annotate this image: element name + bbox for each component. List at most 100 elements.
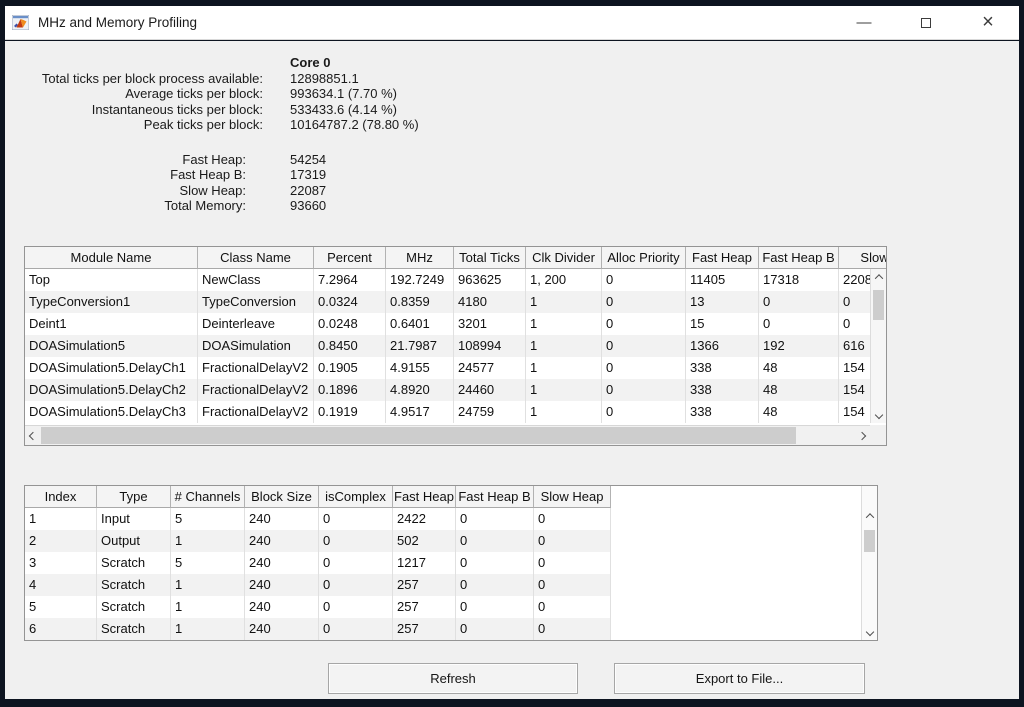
matlab-icon [12, 15, 29, 30]
table-cell: 1 [171, 596, 245, 618]
table-row[interactable]: 2Output1240050200 [25, 530, 611, 552]
table-row[interactable]: Deint1Deinterleave0.02480.64013201101500 [25, 313, 870, 335]
table-cell: 5 [171, 508, 245, 530]
table-cell: 0 [319, 508, 393, 530]
buffer-table-vertical-scrollbar[interactable] [861, 486, 877, 640]
column-header[interactable]: Index [25, 486, 97, 508]
table-cell: 0 [534, 618, 611, 640]
scroll-right-arrow-icon[interactable] [854, 426, 870, 445]
column-header[interactable]: Module Name [25, 247, 198, 269]
table-cell: 1, 200 [526, 269, 602, 291]
stat-label: Total ticks per block process available: [24, 71, 263, 87]
table-row[interactable]: DOASimulation5DOASimulation0.845021.7987… [25, 335, 870, 357]
scrollbar-corner [870, 425, 886, 445]
table-cell: 502 [393, 530, 456, 552]
column-header[interactable]: Fast Heap [393, 486, 456, 508]
vertical-scroll-thumb[interactable] [864, 530, 875, 552]
table-row[interactable]: 6Scratch1240025700 [25, 618, 611, 640]
column-header[interactable]: Percent [314, 247, 386, 269]
column-header[interactable]: # Channels [171, 486, 245, 508]
table-row[interactable]: DOASimulation5.DelayCh1FractionalDelayV2… [25, 357, 870, 379]
scroll-left-arrow-icon[interactable] [25, 426, 41, 445]
stat-row: Peak ticks per block:10164787.2 (78.80 %… [24, 117, 624, 133]
table-cell: 0.8359 [386, 291, 454, 313]
horizontal-scroll-thumb[interactable] [41, 427, 796, 444]
table-cell: 0.1896 [314, 379, 386, 401]
ticks-stats: Total ticks per block process available:… [24, 71, 624, 133]
table-cell: 3201 [454, 313, 526, 335]
stat-value: 54254 [290, 152, 624, 168]
table-cell: 0 [534, 508, 611, 530]
table-row[interactable]: 5Scratch1240025700 [25, 596, 611, 618]
table-row[interactable]: TopNewClass7.2964192.72499636251, 200011… [25, 269, 870, 291]
table-cell: 24460 [454, 379, 526, 401]
table-row[interactable]: DOASimulation5.DelayCh3FractionalDelayV2… [25, 401, 870, 423]
vertical-scroll-thumb[interactable] [873, 290, 884, 320]
column-header[interactable]: Fast Heap B [456, 486, 534, 508]
column-header[interactable]: Type [97, 486, 171, 508]
column-header[interactable]: isComplex [319, 486, 393, 508]
refresh-button[interactable]: Refresh [328, 663, 578, 694]
table-cell: 1 [526, 357, 602, 379]
column-header[interactable]: Class Name [198, 247, 314, 269]
maximize-button[interactable] [895, 6, 957, 39]
table-cell: 2422 [393, 508, 456, 530]
table-cell: 338 [686, 401, 759, 423]
column-header[interactable]: Block Size [245, 486, 319, 508]
table-cell: 0.1919 [314, 401, 386, 423]
table-cell: 11405 [686, 269, 759, 291]
table-row[interactable]: TypeConversion1TypeConversion0.03240.835… [25, 291, 870, 313]
table-cell: DOASimulation5 [25, 335, 198, 357]
table-row[interactable]: DOASimulation5.DelayCh2FractionalDelayV2… [25, 379, 870, 401]
minimize-button[interactable]: — [833, 6, 895, 39]
scroll-down-arrow-icon[interactable] [871, 407, 886, 423]
column-header[interactable]: Fast Heap B [759, 247, 839, 269]
memory-stats: Fast Heap:54254Fast Heap B:17319Slow Hea… [24, 152, 624, 214]
module-table-vertical-scrollbar[interactable] [870, 269, 886, 423]
table-cell: 0 [534, 574, 611, 596]
table-cell: DOASimulation5.DelayCh1 [25, 357, 198, 379]
stat-label: Slow Heap: [24, 183, 263, 199]
table-cell: 0 [319, 618, 393, 640]
scroll-up-arrow-icon[interactable] [871, 269, 886, 285]
module-table-horizontal-scrollbar[interactable] [25, 425, 870, 445]
table-row[interactable]: 4Scratch1240025700 [25, 574, 611, 596]
column-header[interactable]: Fast Heap [686, 247, 759, 269]
table-cell: 240 [245, 552, 319, 574]
column-header[interactable]: Slow Heap [534, 486, 611, 508]
table-cell: 24577 [454, 357, 526, 379]
column-header[interactable]: Slow [839, 247, 886, 269]
table-cell: Deinterleave [198, 313, 314, 335]
table-cell: 108994 [454, 335, 526, 357]
window-title: MHz and Memory Profiling [38, 15, 197, 30]
export-to-file-button[interactable]: Export to File... [614, 663, 865, 694]
table-cell: 15 [686, 313, 759, 335]
table-cell: 0 [839, 313, 870, 335]
table-cell: 1 [526, 335, 602, 357]
column-header[interactable]: MHz [386, 247, 454, 269]
table-row[interactable]: 3Scratch52400121700 [25, 552, 611, 574]
content-area: Core 0 Total ticks per block process ava… [5, 41, 1019, 699]
table-cell: 4 [25, 574, 97, 596]
scroll-down-arrow-icon[interactable] [862, 624, 877, 640]
table-cell: 0 [602, 379, 686, 401]
column-header[interactable]: Total Ticks [454, 247, 526, 269]
scroll-up-arrow-icon[interactable] [862, 508, 877, 524]
column-header[interactable]: Clk Divider [526, 247, 602, 269]
table-cell: 0 [456, 596, 534, 618]
maximize-icon [921, 18, 931, 28]
stat-value: 10164787.2 (78.80 %) [290, 117, 624, 133]
table-cell: 6 [25, 618, 97, 640]
table-row[interactable]: 1Input52400242200 [25, 508, 611, 530]
table-cell: 192 [759, 335, 839, 357]
table-cell: 0 [456, 530, 534, 552]
table-cell: 0 [759, 291, 839, 313]
column-header[interactable]: Alloc Priority [602, 247, 686, 269]
table-cell: Top [25, 269, 198, 291]
close-button[interactable]: × [957, 6, 1019, 39]
table-cell: 616 [839, 335, 870, 357]
table-cell: 0 [319, 530, 393, 552]
stat-row: Fast Heap B:17319 [24, 167, 624, 183]
table-cell: 2 [25, 530, 97, 552]
core-header-row: Core 0 [24, 55, 624, 71]
